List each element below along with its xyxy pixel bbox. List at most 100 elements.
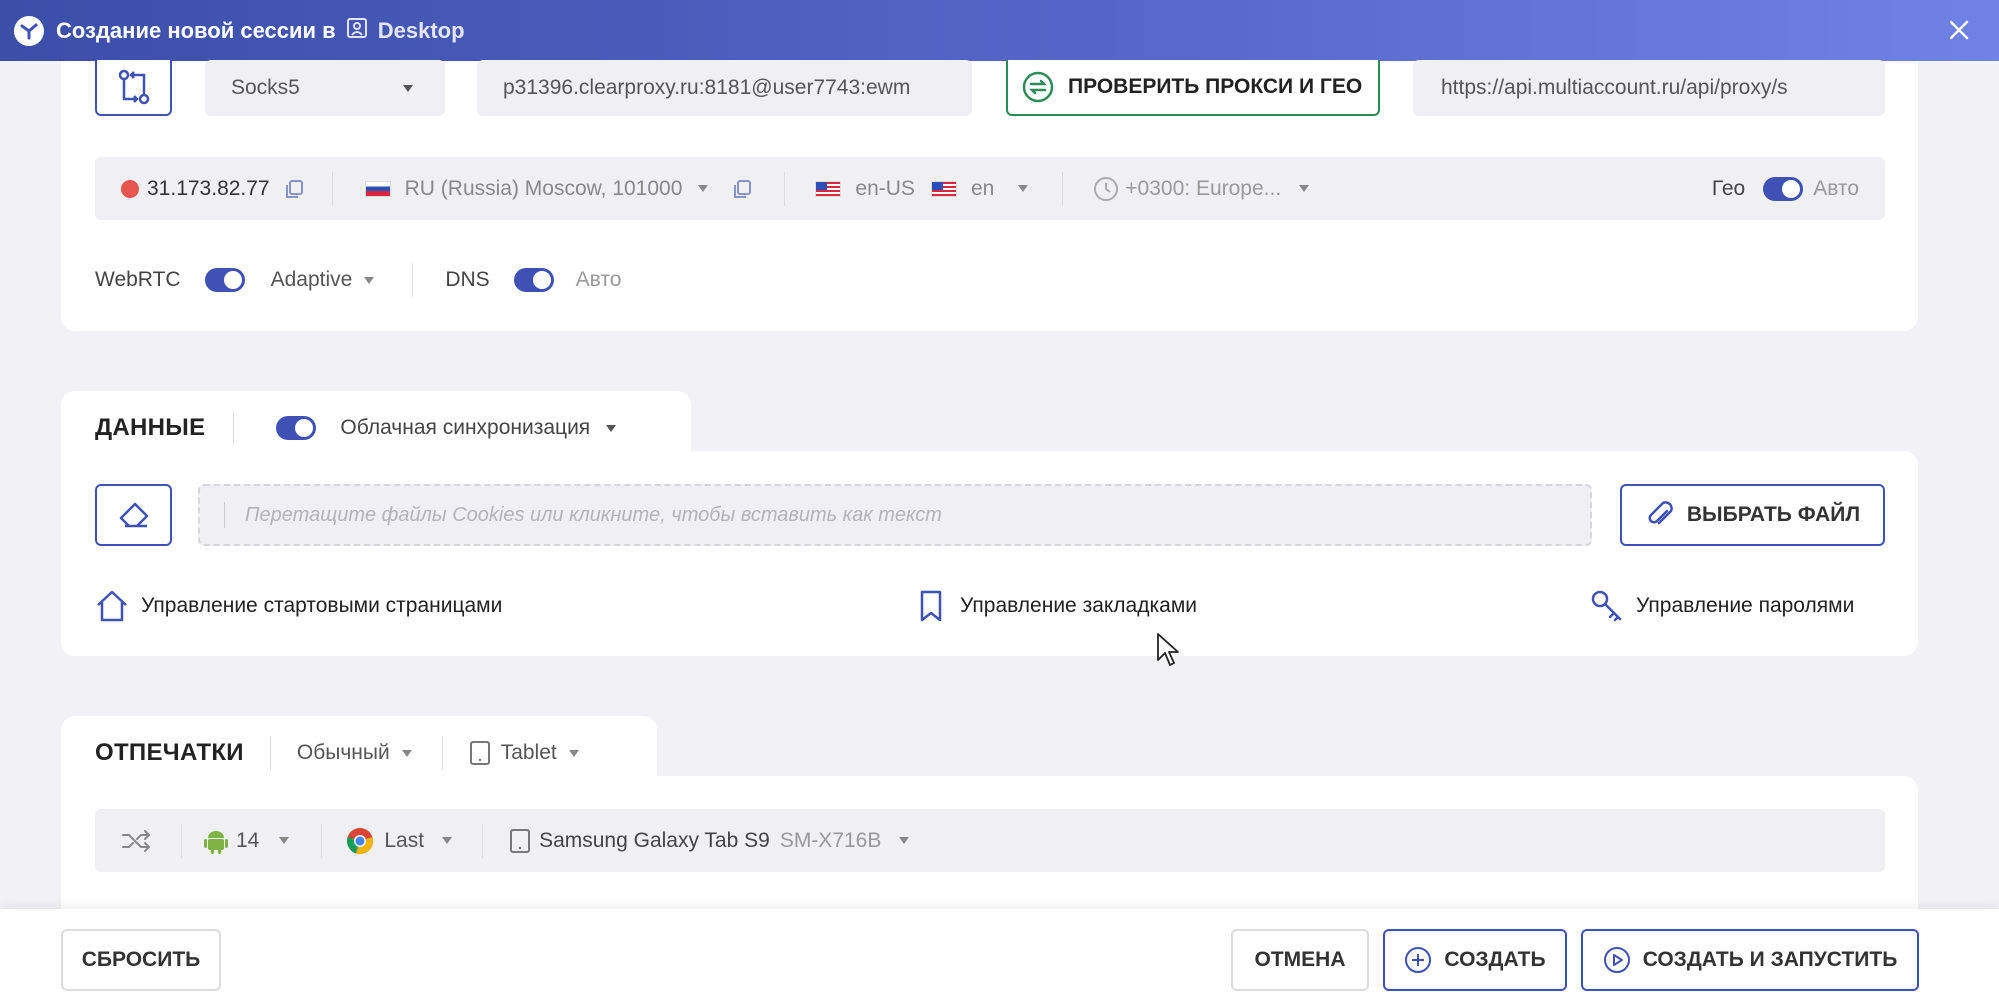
- passwords-link[interactable]: Управление паролями: [1590, 586, 1854, 626]
- check-proxy-label: ПРОВЕРИТЬ ПРОКСИ И ГЕО: [1068, 75, 1363, 98]
- bookmarks-label: Управление закладками: [960, 594, 1197, 617]
- app-logo-icon: [14, 15, 44, 46]
- eraser-icon: [119, 502, 148, 528]
- dns-mode: Авто: [575, 268, 622, 291]
- webrtc-label: WebRTC: [95, 268, 181, 291]
- divider: [269, 736, 271, 770]
- chevron-down-icon[interactable]: [1299, 185, 1310, 192]
- plus-circle-icon: [1405, 947, 1432, 973]
- clear-cookies-button[interactable]: [95, 484, 172, 546]
- divider: [233, 411, 235, 445]
- network-row: WebRTC Adaptive DNS Авто: [95, 258, 621, 302]
- mouse-cursor-icon: [1157, 633, 1179, 666]
- data-section-title: ДАННЫЕ: [95, 414, 206, 441]
- geo-info-bar: 31.173.82.77 RU (Russia) Moscow, 101000 …: [95, 157, 1885, 220]
- us-flag-icon: [815, 180, 842, 197]
- key-icon: [1591, 590, 1622, 622]
- chevron-down-icon[interactable]: [606, 424, 617, 432]
- chevron-down-icon: [403, 84, 413, 92]
- play-circle-icon: [1603, 947, 1630, 973]
- bookmark-icon: [920, 590, 942, 622]
- copy-icon[interactable]: [732, 179, 752, 199]
- us-flag-icon: [930, 180, 957, 197]
- bookmarks-link[interactable]: Управление закладками: [918, 586, 1197, 626]
- clock-icon: [1094, 176, 1119, 201]
- api-url-input[interactable]: https://api.multiaccount.ru/api/proxy/s: [1413, 60, 1885, 116]
- chevron-down-icon[interactable]: [279, 837, 290, 844]
- proxy-address-value: p31396.clearproxy.ru:8181@user7743:ewm: [503, 76, 911, 99]
- reset-button[interactable]: СБРОСИТЬ: [61, 929, 221, 991]
- ip-address: 31.173.82.77: [147, 176, 270, 200]
- tablet-icon: [510, 828, 531, 853]
- divider: [321, 823, 323, 858]
- webrtc-toggle[interactable]: [204, 268, 245, 292]
- divider: [482, 823, 484, 858]
- browser-version[interactable]: Last: [384, 829, 424, 853]
- chevron-down-icon[interactable]: [568, 749, 579, 757]
- api-url-value: https://api.multiaccount.ru/api/proxy/s: [1441, 76, 1788, 99]
- divider: [1062, 171, 1064, 206]
- os-version[interactable]: 14: [236, 829, 259, 853]
- cancel-button[interactable]: ОТМЕНА: [1231, 929, 1369, 991]
- proxy-type-value: Socks5: [231, 76, 300, 99]
- swap-icon: [118, 69, 149, 105]
- cookie-drop-zone[interactable]: Перетащите файлы Cookies или кликните, ч…: [198, 484, 1592, 546]
- chevron-down-icon[interactable]: [899, 837, 910, 844]
- workspace-name: Desktop: [377, 17, 465, 43]
- dns-toggle[interactable]: [513, 268, 554, 292]
- title-bar: Создание новой сессии в Desktop: [0, 0, 1999, 61]
- divider: [331, 171, 333, 206]
- chevron-down-icon[interactable]: [401, 749, 412, 757]
- create-button[interactable]: СОЗДАТЬ: [1383, 929, 1567, 991]
- timezone-value[interactable]: +0300: Europe...: [1125, 177, 1281, 201]
- start-pages-label: Управление стартовыми страницами: [141, 594, 503, 617]
- chrome-icon: [347, 827, 374, 854]
- geo-label: Гео: [1711, 176, 1746, 200]
- shuffle-icon[interactable]: [121, 829, 153, 853]
- copy-icon[interactable]: [284, 179, 304, 199]
- chevron-down-icon[interactable]: [364, 276, 375, 284]
- chevron-down-icon[interactable]: [698, 185, 709, 192]
- cloud-sync-label[interactable]: Облачная синхронизация: [340, 416, 590, 440]
- drop-zone-placeholder: Перетащите файлы Cookies или кликните, ч…: [245, 503, 942, 526]
- create-and-run-label: СОЗДАТЬ И ЗАПУСТИТЬ: [1642, 948, 1898, 971]
- create-label: СОЗДАТЬ: [1444, 948, 1546, 971]
- fingerprint-section-title: ОТПЕЧАТКИ: [95, 739, 244, 766]
- dns-label: DNS: [445, 268, 490, 291]
- geo-auto-toggle[interactable]: [1763, 176, 1804, 201]
- chevron-down-icon[interactable]: [442, 837, 453, 844]
- device-type[interactable]: Tablet: [501, 741, 557, 765]
- tablet-icon: [469, 741, 490, 765]
- paperclip-icon: [1648, 501, 1673, 525]
- proxy-type-icon-button[interactable]: [95, 60, 172, 116]
- refresh-swap-icon: [1022, 71, 1054, 103]
- proxy-type-select[interactable]: Socks5: [205, 60, 445, 116]
- check-proxy-button[interactable]: ПРОВЕРИТЬ ПРОКСИ И ГЕО: [1006, 60, 1380, 116]
- language-secondary: en: [970, 176, 995, 200]
- drop-zone-caret: [224, 502, 225, 528]
- passwords-label: Управление паролями: [1636, 594, 1855, 617]
- choose-file-label: ВЫБРАТЬ ФАЙЛ: [1686, 503, 1861, 526]
- device-name[interactable]: Samsung Galaxy Tab S9: [539, 829, 770, 853]
- proxy-address-input[interactable]: p31396.clearproxy.ru:8181@user7743:ewm: [477, 60, 972, 116]
- cloud-sync-toggle[interactable]: [276, 416, 317, 440]
- android-icon: [204, 830, 228, 854]
- divider: [441, 736, 443, 770]
- data-section-header: ДАННЫЕ Облачная синхронизация: [95, 406, 617, 450]
- choose-file-button[interactable]: ВЫБРАТЬ ФАЙЛ: [1620, 484, 1885, 546]
- chevron-down-icon[interactable]: [1018, 185, 1029, 192]
- start-pages-link[interactable]: Управление стартовыми страницами: [95, 586, 502, 626]
- fingerprint-device-bar: 14 Last Samsung Galaxy Tab S9 SM-X716B: [95, 809, 1885, 872]
- create-and-run-button[interactable]: СОЗДАТЬ И ЗАПУСТИТЬ: [1581, 929, 1919, 991]
- location-value: RU (Russia) Moscow, 101000: [404, 176, 683, 200]
- window-title: Создание новой сессии в: [56, 17, 336, 43]
- divider: [181, 823, 182, 858]
- home-icon: [97, 590, 127, 622]
- russia-flag-icon: [364, 180, 391, 197]
- divider: [412, 263, 414, 297]
- webrtc-mode[interactable]: Adaptive: [271, 268, 353, 292]
- language-primary: en-US: [855, 176, 915, 200]
- fingerprint-section-header: ОТПЕЧАТКИ Обычный Tablet: [95, 731, 579, 775]
- fingerprint-mode[interactable]: Обычный: [297, 741, 390, 765]
- close-icon[interactable]: [1939, 10, 1979, 50]
